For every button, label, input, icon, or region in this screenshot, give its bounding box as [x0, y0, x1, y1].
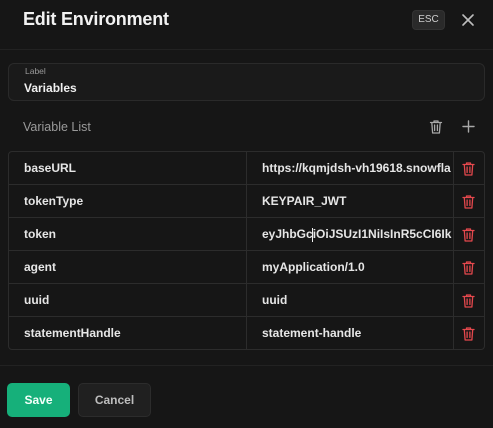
- table-row: token eyJhbGciOiJSUzI1NiIsInR5cCI6Ikp: [9, 218, 484, 251]
- trash-icon: [462, 294, 475, 308]
- table-row: statementHandle statement-handle: [9, 317, 484, 349]
- column-divider: [453, 218, 454, 250]
- column-divider: [246, 185, 247, 217]
- plus-icon: [462, 120, 475, 133]
- column-divider: [453, 251, 454, 283]
- variable-value-cell[interactable]: eyJhbGciOiJSUzI1NiIsInR5cCI6Ikp: [262, 227, 452, 241]
- variable-key-cell[interactable]: tokenType: [24, 194, 83, 208]
- column-divider: [453, 317, 454, 349]
- table-row: baseURL https://kqmjdsh-vh19618.snowfla: [9, 152, 484, 185]
- dialog-title: Edit Environment: [23, 9, 169, 29]
- esc-shortcut-badge: ESC: [412, 10, 445, 30]
- variable-table: baseURL https://kqmjdsh-vh19618.snowfla …: [8, 151, 485, 350]
- delete-variable-button[interactable]: [461, 194, 476, 210]
- close-button[interactable]: [459, 11, 477, 29]
- variable-value-cell[interactable]: statement-handle: [262, 326, 452, 340]
- column-divider: [453, 185, 454, 217]
- trash-icon: [462, 327, 475, 341]
- column-divider: [453, 152, 454, 184]
- column-divider: [246, 152, 247, 184]
- column-divider: [246, 218, 247, 250]
- variable-key-cell[interactable]: token: [24, 227, 56, 241]
- delete-all-variables-button[interactable]: [428, 119, 444, 135]
- table-row: uuid uuid: [9, 284, 484, 317]
- footer-divider: [0, 365, 493, 366]
- variable-key-cell[interactable]: agent: [24, 260, 56, 274]
- cancel-button[interactable]: Cancel: [78, 383, 151, 417]
- delete-variable-button[interactable]: [461, 293, 476, 309]
- column-divider: [246, 284, 247, 316]
- table-row: agent myApplication/1.0: [9, 251, 484, 284]
- trash-icon: [429, 120, 443, 134]
- delete-variable-button[interactable]: [461, 326, 476, 342]
- trash-icon: [462, 228, 475, 242]
- label-field[interactable]: Label: [8, 63, 485, 101]
- table-row: tokenType KEYPAIR_JWT: [9, 185, 484, 218]
- add-variable-button[interactable]: [461, 119, 476, 134]
- delete-variable-button[interactable]: [461, 227, 476, 243]
- edit-environment-dialog: Edit Environment ESC Label Variable List…: [0, 0, 493, 428]
- variable-value-cell[interactable]: uuid: [262, 293, 452, 307]
- delete-variable-button[interactable]: [461, 260, 476, 276]
- variable-value-cell[interactable]: KEYPAIR_JWT: [262, 194, 452, 208]
- close-icon: [462, 14, 474, 26]
- variable-key-cell[interactable]: baseURL: [24, 161, 76, 175]
- save-button[interactable]: Save: [7, 383, 70, 417]
- trash-icon: [462, 162, 475, 176]
- variable-key-cell[interactable]: uuid: [24, 293, 49, 307]
- trash-icon: [462, 195, 475, 209]
- column-divider: [246, 251, 247, 283]
- column-divider: [246, 317, 247, 349]
- column-divider: [453, 284, 454, 316]
- variable-value-cell[interactable]: myApplication/1.0: [262, 260, 452, 274]
- variable-key-cell[interactable]: statementHandle: [24, 326, 121, 340]
- variable-list-title: Variable List: [23, 120, 91, 134]
- label-caption: Label: [25, 66, 46, 76]
- delete-variable-button[interactable]: [461, 161, 476, 177]
- variable-value-cell[interactable]: https://kqmjdsh-vh19618.snowfla: [262, 161, 452, 175]
- header-divider: [0, 49, 493, 50]
- trash-icon: [462, 261, 475, 275]
- text-cursor: [312, 228, 313, 242]
- dialog-header: Edit Environment ESC: [0, 0, 493, 40]
- label-input[interactable]: [24, 79, 464, 97]
